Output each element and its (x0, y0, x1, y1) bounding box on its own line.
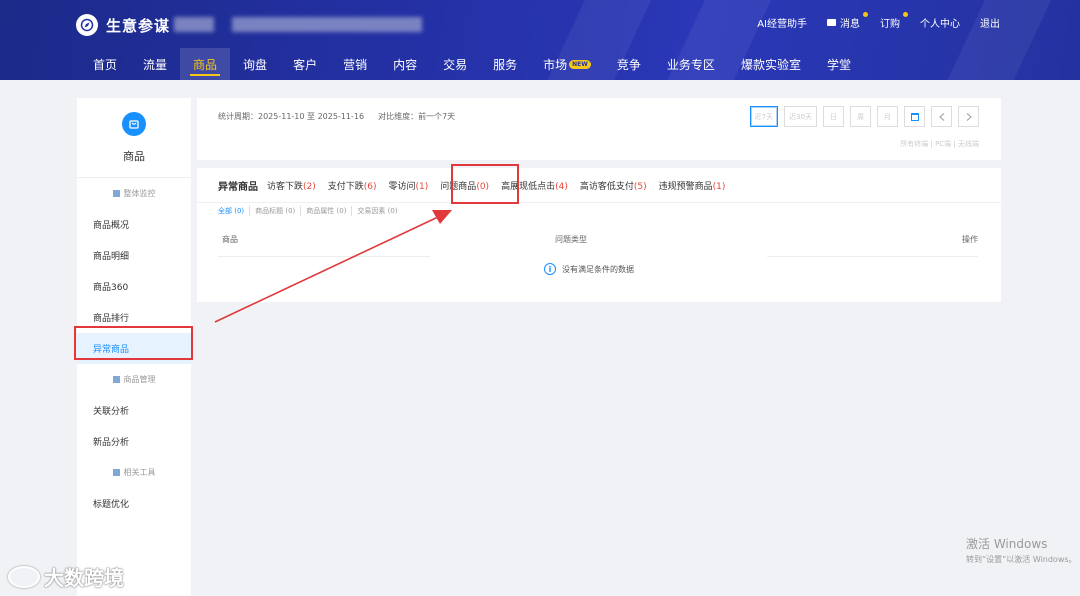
windows-activation-watermark: 激活 Windows 转到“设置”以激活 Windows。 (966, 535, 1080, 565)
brand-glyph-icon (8, 565, 40, 588)
annotation-arrow (214, 210, 452, 323)
activate-subtitle: 转到“设置”以激活 Windows。 (966, 555, 1077, 564)
watermark-text: 大数跨境 (44, 566, 124, 590)
activate-title: 激活 Windows (966, 537, 1048, 551)
watermark-logo: 大数跨境 (8, 562, 124, 591)
